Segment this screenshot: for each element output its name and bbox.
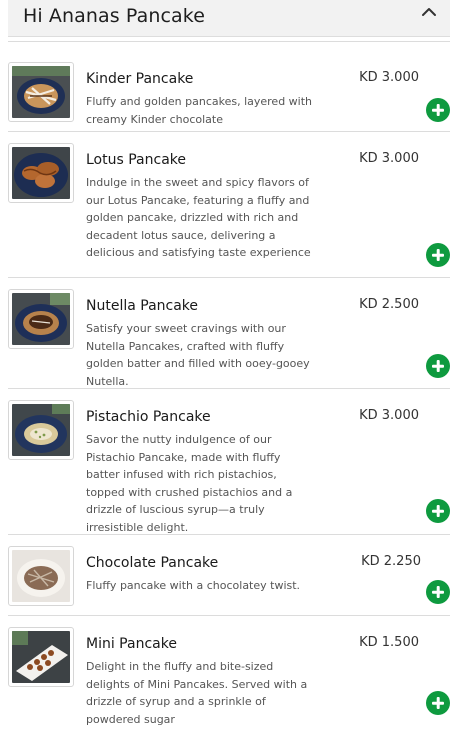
- item-name: Lotus Pancake: [86, 152, 186, 168]
- menu-item-kinder-pancake[interactable]: Kinder Pancake Fluffy and golden pancake…: [8, 52, 450, 132]
- add-to-cart-button[interactable]: [426, 691, 450, 715]
- item-name: Pistachio Pancake: [86, 409, 211, 425]
- product-image: [8, 546, 74, 606]
- add-to-cart-button[interactable]: [426, 499, 450, 523]
- product-image: [8, 143, 74, 203]
- item-price: KD 3.000: [359, 408, 419, 423]
- item-description: Satisfy your sweet cravings with our Nut…: [86, 322, 310, 388]
- category-title: Hi Ananas Pancake: [23, 5, 206, 27]
- category-header[interactable]: Hi Ananas Pancake: [8, 0, 450, 37]
- divider: [8, 41, 450, 42]
- product-image: [8, 400, 74, 460]
- item-price: KD 2.250: [361, 554, 421, 569]
- item-description: Fluffy and golden pancakes, layered with…: [86, 95, 313, 126]
- add-to-cart-button[interactable]: [426, 98, 450, 122]
- menu-item-pistachio-pancake[interactable]: Pistachio Pancake Savor the nutty indulg…: [8, 390, 450, 535]
- item-price: KD 1.500: [359, 635, 419, 650]
- add-to-cart-button[interactable]: [426, 354, 450, 378]
- item-name: Chocolate Pancake: [86, 555, 219, 571]
- item-price: KD 3.000: [359, 151, 419, 166]
- add-to-cart-button[interactable]: [426, 580, 450, 604]
- item-name: Nutella Pancake: [86, 298, 199, 314]
- menu-item-nutella-pancake[interactable]: Nutella Pancake Satisfy your sweet cravi…: [8, 279, 450, 389]
- menu-item-chocolate-pancake[interactable]: Chocolate Pancake Fluffy pancake with a …: [8, 536, 450, 616]
- product-image: [8, 627, 74, 687]
- menu-item-mini-pancake[interactable]: Mini Pancake Delight in the fluffy and b…: [8, 617, 450, 729]
- item-description: Delight in the fluffy and bite-sized del…: [86, 660, 308, 726]
- item-name: Kinder Pancake: [86, 71, 194, 87]
- item-name: Mini Pancake: [86, 636, 177, 652]
- item-price: KD 3.000: [359, 70, 419, 85]
- item-description: Savor the nutty indulgence of our Pistac…: [86, 433, 293, 534]
- menu-item-lotus-pancake[interactable]: Lotus Pancake Indulge in the sweet and s…: [8, 133, 450, 278]
- item-description: Fluffy pancake with a chocolatey twist.: [86, 579, 301, 592]
- chevron-up-icon[interactable]: [420, 4, 438, 20]
- item-price: KD 2.500: [359, 297, 419, 312]
- item-description: Indulge in the sweet and spicy flavors o…: [86, 176, 311, 260]
- add-to-cart-button[interactable]: [426, 243, 450, 267]
- product-image: [8, 289, 74, 349]
- product-image: [8, 62, 74, 122]
